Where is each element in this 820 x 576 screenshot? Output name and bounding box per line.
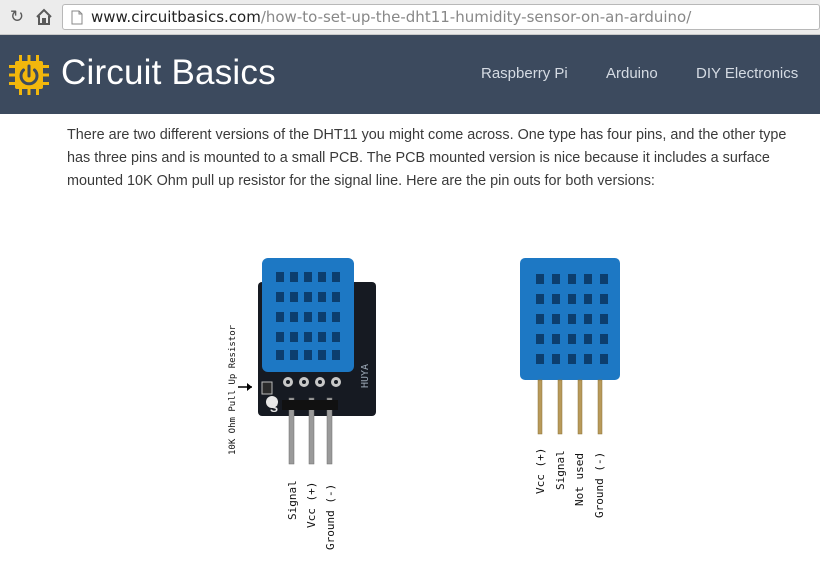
logo-icon[interactable] xyxy=(7,53,51,101)
nav-diy-electronics[interactable]: DIY Electronics xyxy=(696,65,798,82)
url-text: www.circuitbasics.com/how-to-set-up-the-… xyxy=(91,9,691,26)
pcb-pin-label-ground: Ground (-) xyxy=(324,484,337,550)
dht11-4pin-figure: Vcc (+) Signal Not used Ground (-) xyxy=(520,258,620,518)
reload-icon[interactable]: ↻ xyxy=(8,8,26,26)
pcb-pin-label-signal: Signal xyxy=(286,480,299,520)
resistor-label: 10K Ohm Pull Up Resistor xyxy=(228,324,238,455)
logo-word-basics: Basics xyxy=(171,53,276,92)
page-icon xyxy=(71,10,83,29)
pin-signal xyxy=(557,379,563,435)
pcb-marking: HUYA xyxy=(360,364,371,388)
pull-up-resistor xyxy=(261,381,273,395)
pcb-pin-s-label: S xyxy=(270,401,278,415)
4pin-label-signal: Signal xyxy=(554,450,567,490)
4pin-label-ground: Ground (-) xyxy=(593,452,606,518)
url-path: /how-to-set-up-the-dht11-humidity-sensor… xyxy=(260,8,692,26)
arrow-icon xyxy=(247,383,252,391)
logo-word-circuit: Circuit xyxy=(61,53,162,92)
dht11-pcb-figure: S HUYA 10K Ohm Pull Up Resistor Signal V… xyxy=(228,258,376,550)
intro-paragraph: There are two different versions of the … xyxy=(67,127,787,189)
4pin-label-vcc: Vcc (+) xyxy=(534,448,547,494)
address-bar[interactable]: www.circuitbasics.com/how-to-set-up-the-… xyxy=(62,4,820,30)
nav-arduino[interactable]: Arduino xyxy=(606,65,658,82)
4pin-label-not-used: Not used xyxy=(573,453,586,506)
browser-toolbar: ↻ www.circuitbasics.com/how-to-set-up-th… xyxy=(0,0,820,35)
nav-raspberry-pi[interactable]: Raspberry Pi xyxy=(481,65,568,82)
site-header: Circuit Basics Raspberry Pi Arduino DIY … xyxy=(0,35,820,114)
home-icon[interactable] xyxy=(35,8,53,26)
site-logo-text[interactable]: Circuit Basics xyxy=(61,53,276,93)
pin-not-used xyxy=(577,379,583,435)
pcb-pin-label-vcc: Vcc (+) xyxy=(305,482,318,528)
pin-vcc xyxy=(537,379,543,435)
pin-ground xyxy=(597,379,603,435)
url-host: www.circuitbasics.com xyxy=(91,8,261,26)
